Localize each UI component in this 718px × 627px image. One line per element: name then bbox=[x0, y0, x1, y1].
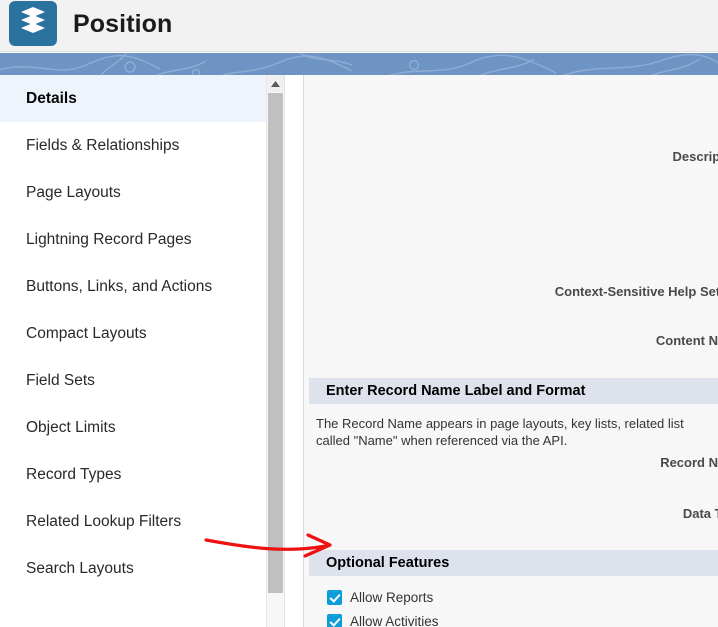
checkbox-label: Allow Reports bbox=[350, 590, 434, 605]
checkbox-row-allow-reports[interactable]: Allow Reports bbox=[327, 586, 493, 610]
sidebar-item-label: Details bbox=[26, 90, 77, 107]
sidebar-item-lightning-record-pages[interactable]: Lightning Record Pages bbox=[0, 216, 266, 263]
sidebar-item-page-layouts[interactable]: Page Layouts bbox=[0, 169, 266, 216]
content-name-label: Content Name bbox=[655, 333, 718, 348]
sidebar-item-label: Fields & Relationships bbox=[26, 137, 180, 154]
sidebar-scrollbar[interactable] bbox=[266, 75, 284, 627]
sidebar-item-related-lookup-filters[interactable]: Related Lookup Filters bbox=[0, 498, 266, 545]
sidebar-item-label: Lightning Record Pages bbox=[26, 231, 192, 248]
sidebar-item-object-limits[interactable]: Object Limits bbox=[0, 404, 266, 451]
context-help-label: Context-Sensitive Help Setting bbox=[554, 284, 718, 299]
section-heading-text: Enter Record Name Label and Format bbox=[326, 383, 586, 399]
page-title: Position bbox=[73, 10, 173, 38]
sidebar-item-field-sets[interactable]: Field Sets bbox=[0, 357, 266, 404]
sidebar-item-search-layouts[interactable]: Search Layouts bbox=[0, 545, 266, 592]
checkbox-checked-icon[interactable] bbox=[327, 590, 342, 605]
sidebar-item-label: Search Layouts bbox=[26, 560, 134, 577]
scroll-up-arrow-icon[interactable] bbox=[267, 75, 284, 92]
sidebar-item-label: Object Limits bbox=[26, 419, 116, 436]
global-header: Position bbox=[0, 0, 718, 52]
decorative-banner bbox=[0, 53, 718, 75]
checkbox-checked-icon[interactable] bbox=[327, 614, 342, 627]
checkbox-label: Allow Activities bbox=[350, 614, 439, 627]
section-heading-text: Optional Features bbox=[326, 555, 450, 571]
sidebar-item-compact-layouts[interactable]: Compact Layouts bbox=[0, 310, 266, 357]
panel-gutter bbox=[284, 75, 303, 627]
sidebar-item-label: Field Sets bbox=[26, 372, 95, 389]
object-manager-sidebar: Details Fields & Relationships Page Layo… bbox=[0, 75, 266, 627]
help-text-line-1: The Record Name appears in page layouts,… bbox=[316, 416, 684, 431]
scrollbar-thumb[interactable] bbox=[268, 93, 283, 593]
data-type-label: Data Type bbox=[682, 506, 718, 521]
sidebar-item-label: Record Types bbox=[26, 466, 122, 483]
record-name-label: Record Name bbox=[660, 455, 718, 470]
sidebar-item-label: Buttons, Links, and Actions bbox=[26, 278, 213, 295]
help-text-line-2: called "Name" when referenced via the AP… bbox=[316, 433, 568, 448]
description-label: Description bbox=[672, 149, 718, 164]
sidebar-item-fields-relationships[interactable]: Fields & Relationships bbox=[0, 122, 266, 169]
object-icon bbox=[9, 1, 57, 46]
sidebar-item-label: Page Layouts bbox=[26, 184, 121, 201]
sidebar-item-buttons-links-actions[interactable]: Buttons, Links, and Actions bbox=[0, 263, 266, 310]
record-name-help-text: The Record Name appears in page layouts,… bbox=[316, 415, 718, 449]
checkbox-row-allow-activities[interactable]: Allow Activities bbox=[327, 610, 493, 627]
object-manager-page: Position Details Fields & Relationships … bbox=[0, 0, 718, 627]
optional-features-checkbox-list: Allow Reports Allow Activities Track Fie… bbox=[327, 586, 493, 627]
optional-features-section-header: Optional Features bbox=[309, 550, 718, 576]
record-name-section-header: Enter Record Name Label and Format bbox=[309, 378, 718, 404]
sidebar-item-details[interactable]: Details bbox=[0, 75, 266, 122]
sidebar-item-label: Compact Layouts bbox=[26, 325, 147, 342]
sidebar-item-record-types[interactable]: Record Types bbox=[0, 451, 266, 498]
details-form-panel: Description Context-Sensitive Help Setti… bbox=[303, 75, 718, 627]
sidebar-item-label: Related Lookup Filters bbox=[26, 513, 182, 530]
